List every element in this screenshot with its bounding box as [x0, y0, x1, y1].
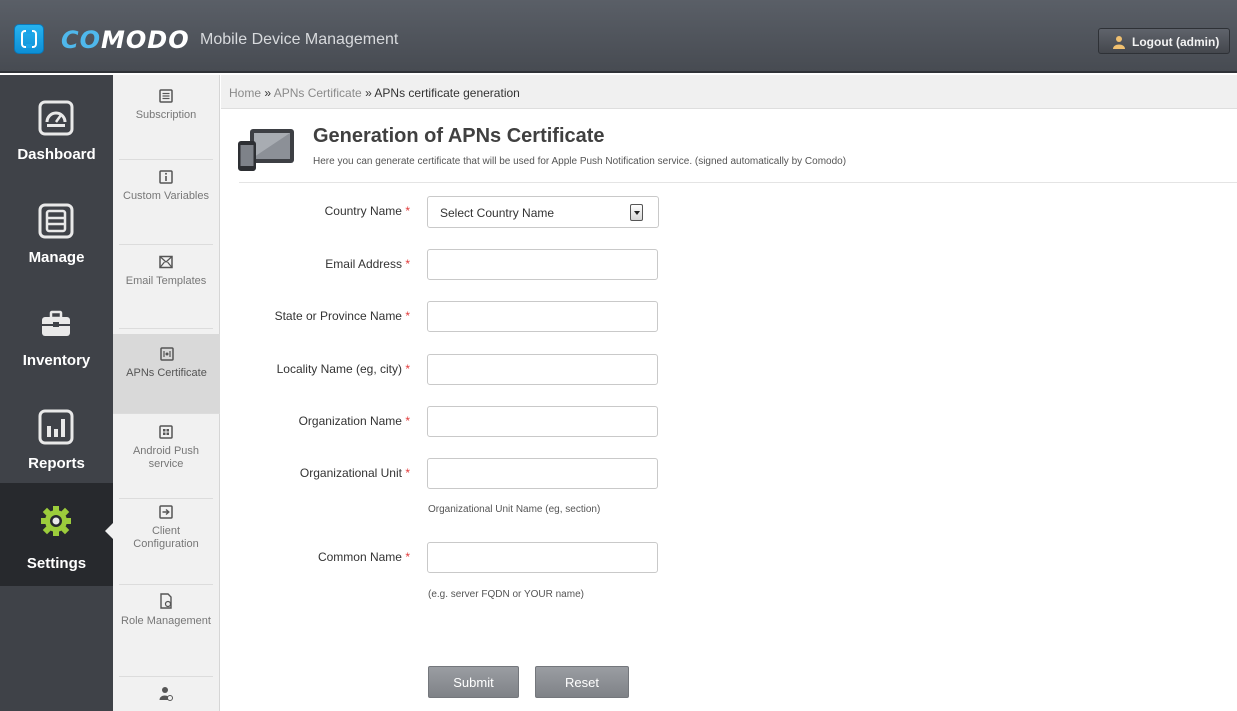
comodo-logo-icon	[14, 24, 44, 54]
subnav-item-subscription[interactable]: Subscription	[119, 89, 213, 160]
org-unit-label: Organizational Unit *	[299, 466, 410, 480]
nav-item-settings[interactable]: Settings	[0, 483, 115, 586]
settings-subnav: Subscription Custom Variables Email Temp…	[113, 75, 220, 711]
logout-button[interactable]: Logout (admin)	[1098, 28, 1230, 54]
org-unit-hint: Organizational Unit Name (eg, section)	[428, 504, 601, 515]
org-unit-field[interactable]	[427, 458, 658, 489]
subnav-item-client-configuration[interactable]: Client Configuration	[119, 505, 213, 585]
product-name: Mobile Device Management	[200, 31, 399, 48]
subnav-label: Client Configuration	[133, 525, 199, 550]
divider	[239, 182, 1237, 183]
nav-label: Dashboard	[17, 146, 96, 163]
organization-label: Organization Name *	[298, 414, 410, 428]
organization-field[interactable]	[427, 406, 658, 437]
reset-button[interactable]: Reset	[535, 666, 629, 698]
main-nav: Dashboard Manage Inventory Reports Setti…	[0, 75, 115, 711]
breadcrumb: Home » APNs Certificate » APNs certifica…	[221, 75, 1237, 109]
subnav-label: Email Templates	[125, 275, 207, 287]
breadcrumb-separator: »	[361, 86, 375, 100]
state-label: State or Province Name *	[274, 309, 410, 323]
locality-label: Locality Name (eg, city) *	[276, 362, 410, 376]
nav-item-dashboard[interactable]: Dashboard	[0, 80, 113, 183]
subnav-label: Subscription	[135, 109, 197, 121]
page-title: Generation of APNs Certificate	[313, 125, 605, 147]
country-select[interactable]: Select Country Name	[427, 196, 659, 228]
info-icon	[159, 170, 173, 184]
state-field[interactable]	[427, 301, 658, 332]
subscription-icon	[159, 89, 173, 103]
email-field[interactable]	[427, 249, 658, 280]
top-header: COMODO Mobile Device Management Logout (…	[0, 0, 1237, 73]
breadcrumb-current: APNs certificate generation	[374, 86, 520, 100]
dropdown-arrow-icon[interactable]	[630, 204, 643, 221]
submit-button[interactable]: Submit	[428, 666, 519, 698]
settings-gear-icon	[41, 506, 71, 536]
user-settings-icon	[159, 687, 173, 701]
user-icon	[1113, 36, 1125, 49]
logout-label: Logout (admin)	[1132, 35, 1220, 49]
country-label: Country Name *	[324, 204, 410, 218]
country-select-value: Select Country Name	[440, 206, 555, 220]
subnav-item-role-management[interactable]: Role Management	[119, 593, 213, 677]
dashboard-icon	[38, 100, 74, 136]
subnav-label: Role Management	[121, 615, 211, 627]
brand-name: COMODO	[61, 26, 190, 54]
breadcrumb-separator: »	[261, 86, 274, 100]
role-icon	[160, 593, 172, 609]
common-name-hint: (e.g. server FQDN or YOUR name)	[428, 589, 584, 600]
client-config-icon	[159, 505, 173, 519]
subnav-item-android-push[interactable]: Android Push service	[119, 425, 213, 499]
page-subtitle: Here you can generate certificate that w…	[313, 156, 847, 167]
devices-icon	[238, 129, 294, 171]
breadcrumb-apns-link[interactable]: APNs Certificate	[274, 86, 362, 100]
subnav-item-user-settings[interactable]	[119, 686, 213, 711]
common-name-field[interactable]	[427, 542, 658, 573]
breadcrumb-home-link[interactable]: Home	[229, 86, 261, 100]
common-name-label: Common Name *	[317, 550, 410, 564]
certificate-icon	[159, 347, 174, 361]
subnav-label: Custom Variables	[123, 190, 209, 202]
locality-field[interactable]	[427, 354, 658, 385]
email-label: Email Address *	[325, 257, 410, 271]
